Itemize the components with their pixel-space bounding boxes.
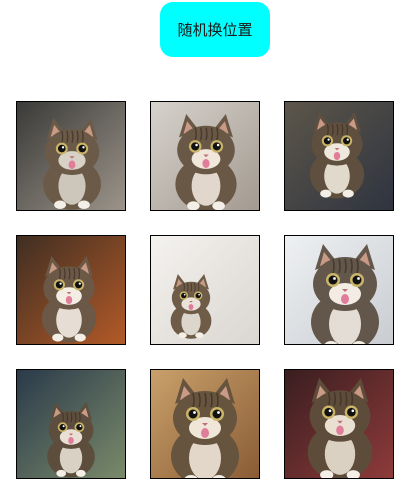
cat-photo-tile-8[interactable] — [150, 369, 260, 479]
cat-photo-tile-1[interactable] — [16, 101, 126, 211]
cat-photo-7 — [17, 370, 125, 478]
cat-photo-tile-2[interactable] — [150, 101, 260, 211]
cat-photo-5 — [151, 236, 259, 344]
cat-photo-tile-6[interactable] — [284, 235, 394, 345]
cat-photo-tile-5[interactable] — [150, 235, 260, 345]
cat-photo-tile-9[interactable] — [284, 369, 394, 479]
cat-photo-2 — [151, 102, 259, 210]
cat-photo-8 — [151, 370, 259, 478]
cat-photo-1 — [17, 102, 125, 210]
cat-photo-6 — [285, 236, 393, 344]
shuffle-positions-button[interactable]: 随机换位置 — [160, 2, 270, 57]
cat-photo-tile-7[interactable] — [16, 369, 126, 479]
page: 随机换位置 — [0, 0, 415, 495]
cat-photo-4 — [17, 236, 125, 344]
cat-photo-tile-3[interactable] — [284, 101, 394, 211]
cat-photo-3 — [285, 102, 393, 210]
cat-photo-tile-4[interactable] — [16, 235, 126, 345]
cat-photo-9 — [285, 370, 393, 478]
